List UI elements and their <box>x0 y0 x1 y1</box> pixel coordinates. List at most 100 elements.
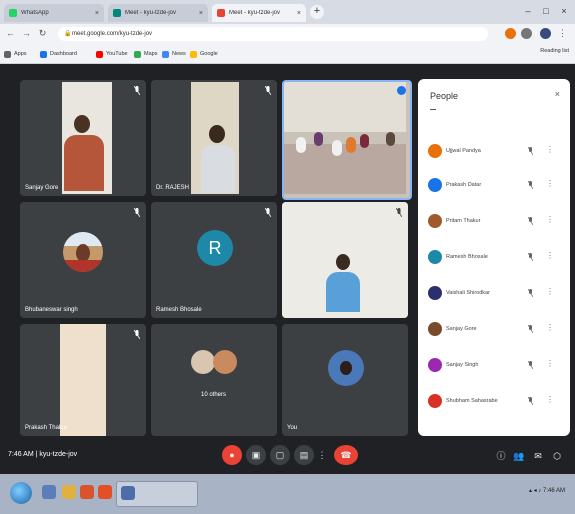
participant-tile[interactable]: Sanjay Gore <box>20 80 146 196</box>
maps-icon <box>134 50 141 58</box>
mic-off-icon[interactable] <box>528 361 533 369</box>
more-options-button[interactable]: ⋮ <box>316 445 328 465</box>
folder-icon[interactable] <box>62 485 76 499</box>
tab-whatsapp[interactable]: WhatsApp × <box>4 4 104 22</box>
back-button[interactable]: ← <box>4 27 17 40</box>
close-icon[interactable]: × <box>199 10 203 17</box>
more-options-icon[interactable]: ⋮ <box>546 179 554 188</box>
maximize-button[interactable]: □ <box>538 4 554 18</box>
participant-tile[interactable]: Dr. RAJESH <box>151 80 277 196</box>
bookmark-google[interactable]: Google <box>190 48 218 60</box>
tab-meet-active[interactable]: Meet - kyu-tzde-jov × <box>212 4 306 22</box>
mic-off-icon[interactable] <box>528 217 533 225</box>
participant-row[interactable]: Ramesh Bhosale ⋮ <box>418 247 570 269</box>
self-tile[interactable]: You <box>282 324 408 436</box>
more-options-icon[interactable]: ⋮ <box>546 287 554 296</box>
mic-off-icon <box>265 208 271 217</box>
chrome-icon[interactable] <box>98 485 112 499</box>
tray-clock[interactable]: 7:46 AM <box>543 488 565 494</box>
bookmark-news[interactable]: News <box>162 48 186 60</box>
close-icon[interactable]: × <box>555 89 560 99</box>
lock-icon: 🔒 <box>64 31 72 37</box>
participant-row[interactable]: Sanjay Gore ⋮ <box>418 319 570 341</box>
close-icon[interactable]: × <box>95 10 99 17</box>
mic-off-icon <box>134 86 140 95</box>
participant-avatar <box>213 350 237 374</box>
mic-off-icon[interactable] <box>528 397 533 405</box>
address-bar[interactable]: 🔒 meet.google.com/kyu-tzde-jov <box>58 27 488 41</box>
leave-call-button[interactable]: ☎ <box>334 445 358 465</box>
participant-row[interactable]: Ujjwal Pandya ⋮ <box>418 141 570 163</box>
self-avatar <box>328 350 364 386</box>
window-close-button[interactable]: × <box>556 4 572 18</box>
profile-avatar[interactable] <box>540 28 551 39</box>
minimize-button[interactable]: – <box>520 4 536 18</box>
mic-off-icon[interactable] <box>528 181 533 189</box>
whatsapp-icon <box>9 9 17 17</box>
chat-icon[interactable]: ✉ <box>531 449 545 463</box>
reading-list[interactable]: Reading list <box>540 48 569 54</box>
mic-off-icon <box>134 330 140 339</box>
participant-row[interactable]: Shubham Sahasrabe ⋮ <box>418 391 570 413</box>
participant-row[interactable]: Vaishali Shirodkar ⋮ <box>418 283 570 305</box>
new-tab-button[interactable]: + <box>310 5 324 19</box>
bookmarks-bar: Apps Dashboard YouTube Maps News Google … <box>0 44 575 64</box>
close-icon[interactable]: × <box>297 10 301 17</box>
others-tile[interactable]: 10 others <box>151 324 277 436</box>
more-options-icon[interactable]: ⋮ <box>546 359 554 368</box>
mic-toggle-button[interactable]: ● <box>222 445 242 465</box>
mic-off-icon[interactable] <box>528 253 533 261</box>
participant-avatar <box>428 322 442 336</box>
info-icon[interactable]: ⓘ <box>494 449 508 463</box>
taskbar-active-window[interactable] <box>116 481 198 507</box>
participant-avatar <box>428 178 442 192</box>
participant-body <box>326 272 360 312</box>
bookmark-dashboard[interactable]: Dashboard <box>40 48 77 60</box>
more-options-icon[interactable]: ⋮ <box>546 395 554 404</box>
participant-tile-active[interactable] <box>282 80 412 200</box>
mic-off-icon[interactable] <box>528 147 533 155</box>
tab-meet-1[interactable]: Meet - kyu-tzde-jov × <box>108 4 208 22</box>
people-icon[interactable]: 👥 <box>512 449 526 463</box>
bookmark-maps[interactable]: Maps <box>134 48 157 60</box>
participant-row[interactable]: Pritam Thakur ⋮ <box>418 211 570 233</box>
participant-tile[interactable]: R Ramesh Bhosale <box>151 202 277 318</box>
extension-icon[interactable] <box>505 28 516 39</box>
captions-icon: ▢ <box>275 449 285 460</box>
participant-avatar <box>428 214 442 228</box>
room-wall <box>284 82 406 132</box>
room-person <box>332 140 342 156</box>
ie-icon[interactable] <box>42 485 56 499</box>
tray-icons[interactable]: ▴ ◂ ♪ <box>529 488 543 494</box>
mic-off-icon[interactable] <box>528 289 533 297</box>
more-options-icon[interactable]: ⋮ <box>546 145 554 154</box>
participant-avatar <box>191 350 215 374</box>
apps-icon <box>4 50 11 58</box>
bookmark-apps[interactable]: Apps <box>4 48 27 60</box>
os-taskbar: ▴ ◂ ♪ 7:46 AM <box>0 474 575 514</box>
more-options-icon[interactable]: ⋮ <box>546 323 554 332</box>
participant-tile[interactable]: Bhubaneswar singh <box>20 202 146 318</box>
captions-button[interactable]: ▢ <box>270 445 290 465</box>
participant-row[interactable]: Sanjay Singh ⋮ <box>418 355 570 377</box>
activities-icon[interactable]: ⬡ <box>550 449 564 463</box>
forward-button[interactable]: → <box>20 27 33 40</box>
participant-name: Pritam Thakur <box>446 218 481 224</box>
participant-name: Ujjwal Pandya <box>446 148 481 154</box>
media-icon[interactable] <box>80 485 94 499</box>
start-button[interactable] <box>10 482 32 504</box>
participant-body <box>64 135 104 191</box>
participant-name: Sanjay Gore <box>25 185 59 191</box>
mic-off-icon[interactable] <box>528 325 533 333</box>
more-options-icon[interactable]: ⋮ <box>546 215 554 224</box>
camera-toggle-button[interactable]: ▣ <box>246 445 266 465</box>
participant-tile[interactable]: Prakash Thakur <box>20 324 146 436</box>
present-button[interactable]: ▤ <box>294 445 314 465</box>
more-options-icon[interactable]: ⋮ <box>546 251 554 260</box>
menu-icon[interactable]: ⋮ <box>556 27 569 40</box>
participant-tile[interactable] <box>282 202 408 318</box>
participant-row[interactable]: Prakash Datar ⋮ <box>418 175 570 197</box>
reload-button[interactable]: ↻ <box>36 27 49 40</box>
extension-icon[interactable] <box>521 28 532 39</box>
bookmark-youtube[interactable]: YouTube <box>96 48 128 60</box>
